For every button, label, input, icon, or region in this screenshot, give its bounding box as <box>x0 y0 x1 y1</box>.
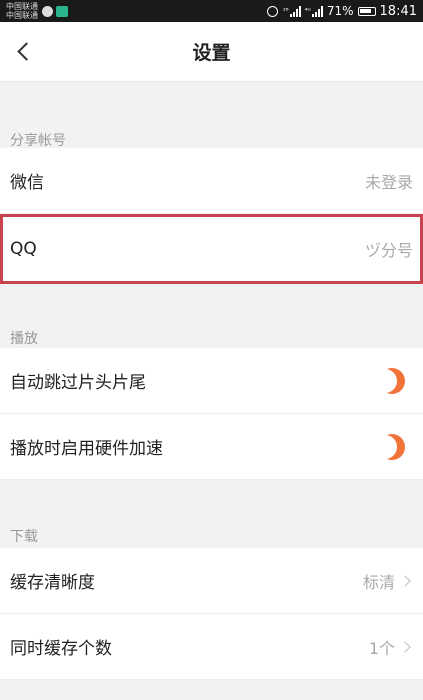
carrier-2: 中国联通 <box>6 11 38 20</box>
battery-percent: 71% <box>326 4 354 18</box>
status-bar: 中国联通 中国联通 ²⁶ ⁴ᴳ 71% 18:41 <box>0 0 423 22</box>
battery-icon <box>357 6 376 16</box>
signal-2-label: ⁴ᴳ <box>304 7 311 15</box>
signal-icon <box>289 5 302 17</box>
skip-intro-label: 自动跳过片头片尾 <box>10 373 146 393</box>
concurrent-downloads-label: 同时缓存个数 <box>10 639 112 659</box>
row-concurrent-downloads[interactable]: 同时缓存个数 1个 <box>0 614 423 680</box>
signal-icon-2 <box>311 5 324 17</box>
row-skip-intro: 自动跳过片头片尾 <box>0 348 423 414</box>
alarm-icon <box>267 5 278 17</box>
concurrent-downloads-value: 1个 <box>368 638 395 658</box>
qq-account-name: ヅ分号 <box>364 240 413 260</box>
carrier-1: 中国联通 <box>6 2 38 11</box>
cache-quality-label: 缓存清晰度 <box>10 573 95 593</box>
wechat-status: 未登录 <box>364 172 413 192</box>
app-notification-icon <box>56 5 68 17</box>
notification-icon <box>42 5 53 17</box>
page-title: 设置 <box>192 42 231 64</box>
row-wechat[interactable]: 微信 未登录 <box>0 148 423 214</box>
row-qq[interactable]: QQ ヅ分号 <box>0 214 423 284</box>
cache-quality-value: 标清 <box>362 572 395 592</box>
back-arrow-icon[interactable] <box>14 40 38 64</box>
row-cache-quality[interactable]: 缓存清晰度 标清 <box>0 548 423 614</box>
app-header: 设置 <box>0 22 423 82</box>
chevron-right-icon <box>399 640 411 653</box>
hardware-accel-label: 播放时启用硬件加速 <box>10 439 163 459</box>
chevron-right-icon <box>399 574 411 587</box>
signal-1-label: ²⁶ <box>283 7 289 15</box>
row-hardware-accel: 播放时启用硬件加速 <box>0 414 423 480</box>
clock: 18:41 <box>379 3 417 19</box>
hardware-accel-toggle[interactable] <box>373 433 405 460</box>
skip-intro-toggle[interactable] <box>373 367 405 394</box>
wechat-label: 微信 <box>10 173 44 193</box>
carrier-info: 中国联通 中国联通 <box>6 2 38 20</box>
qq-label: QQ <box>10 238 37 259</box>
